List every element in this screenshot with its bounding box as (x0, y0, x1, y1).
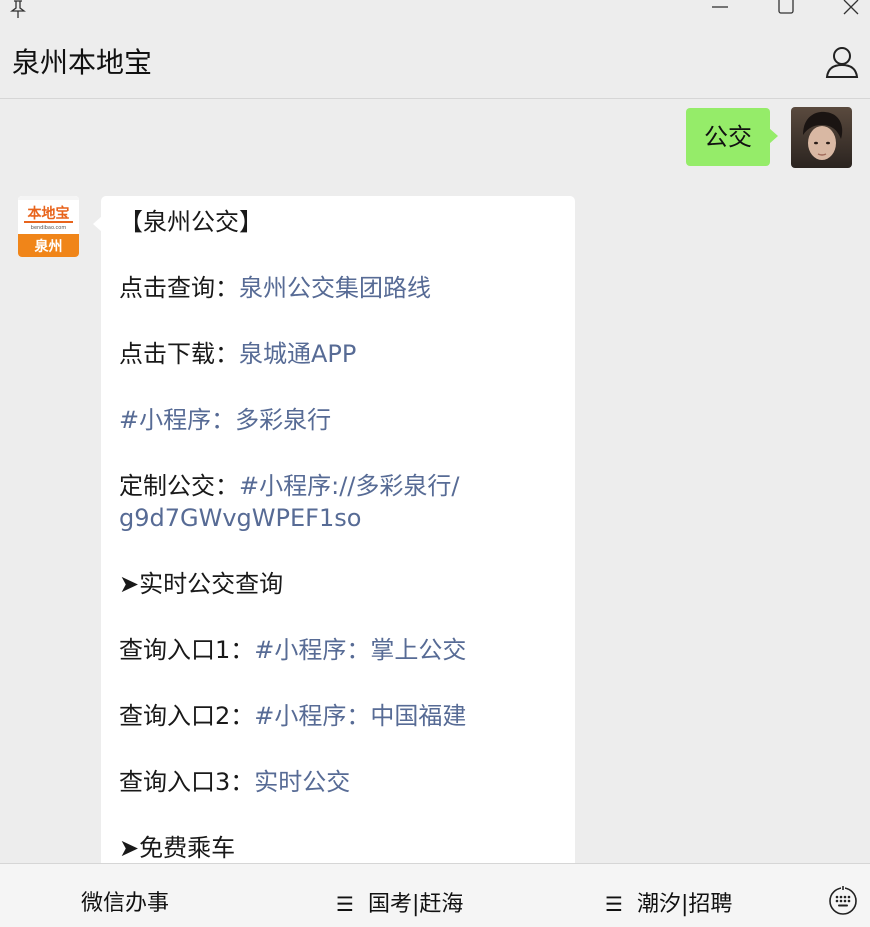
reply-heading: 【泉州公交】 (119, 208, 263, 236)
minimize-icon[interactable] (708, 0, 732, 18)
logo-url-text: bendibao.com (31, 225, 67, 231)
reply-line-entry1: 查询入口1：#小程序：掌上公交 (119, 636, 467, 664)
chat-header: 泉州本地宝 (0, 22, 870, 99)
reply-line-miniprogram: #小程序：多彩泉行 (119, 404, 557, 436)
link-app-download[interactable]: 泉城通APP (239, 340, 356, 368)
reply-line-custom-bus-cont: g9d7GWvgWPEF1so (119, 502, 557, 534)
menu-item-exam[interactable]: ☰ 国考|赶海 (336, 864, 463, 927)
maximize-icon[interactable] (774, 0, 798, 18)
reply-line-query: 点击查询：泉州公交集团路线 (119, 274, 431, 302)
reply-line-custom-bus: 定制公交：#小程序://多彩泉行/ (119, 472, 460, 500)
link-custom-bus-cont[interactable]: g9d7GWvgWPEF1so (119, 504, 361, 532)
link-entry3[interactable]: 实时公交 (254, 768, 350, 796)
received-message-bubble[interactable]: 【泉州公交】 点击查询：泉州公交集团路线 点击下载：泉城通APP #小程序：多彩… (93, 196, 575, 863)
keyboard-icon[interactable] (828, 886, 858, 916)
pin-icon[interactable] (8, 0, 28, 18)
sent-message-bubble[interactable]: 公交 (686, 108, 778, 166)
link-entry1[interactable]: #小程序：掌上公交 (254, 636, 466, 664)
page-title: 泉州本地宝 (12, 46, 153, 79)
close-icon[interactable] (840, 0, 864, 18)
reply-section-free-ride: ➤免费乘车 (119, 834, 236, 862)
menu-item-tide-jobs[interactable]: ☰ 潮汐|招聘 (605, 864, 732, 927)
reply-line-download: 点击下载：泉城通APP (119, 340, 357, 368)
link-route-query[interactable]: 泉州公交集团路线 (239, 274, 431, 302)
link-custom-bus[interactable]: #小程序://多彩泉行/ (239, 472, 459, 500)
menu-list-icon: ☰ (605, 892, 623, 916)
logo-top-text: 本地宝 (28, 205, 70, 222)
avatar[interactable] (791, 107, 852, 168)
link-entry2[interactable]: #小程序：中国福建 (254, 702, 466, 730)
link-miniprogram-duocai[interactable]: #小程序：多彩泉行 (119, 406, 331, 434)
logo-city-text: 泉州 (35, 238, 63, 255)
chat-area[interactable]: 公交 本地宝 bendibao.com 泉州 【泉州公交】 点击查询：泉州公交集… (0, 100, 870, 863)
reply-line-entry3: 查询入口3：实时公交 (119, 768, 351, 796)
person-icon[interactable] (824, 44, 860, 80)
reply-line-entry2: 查询入口2：#小程序：中国福建 (119, 702, 467, 730)
reply-section-realtime: ➤实时公交查询 (119, 570, 284, 598)
menu-list-icon: ☰ (336, 892, 354, 916)
window-titlebar (0, 0, 870, 22)
menu-item-wechat-service[interactable]: 微信办事 (81, 864, 169, 927)
bottom-menu: 微信办事 ☰ 国考|赶海 ☰ 潮汐|招聘 (0, 863, 870, 927)
bot-avatar[interactable]: 本地宝 bendibao.com 泉州 (18, 196, 79, 257)
